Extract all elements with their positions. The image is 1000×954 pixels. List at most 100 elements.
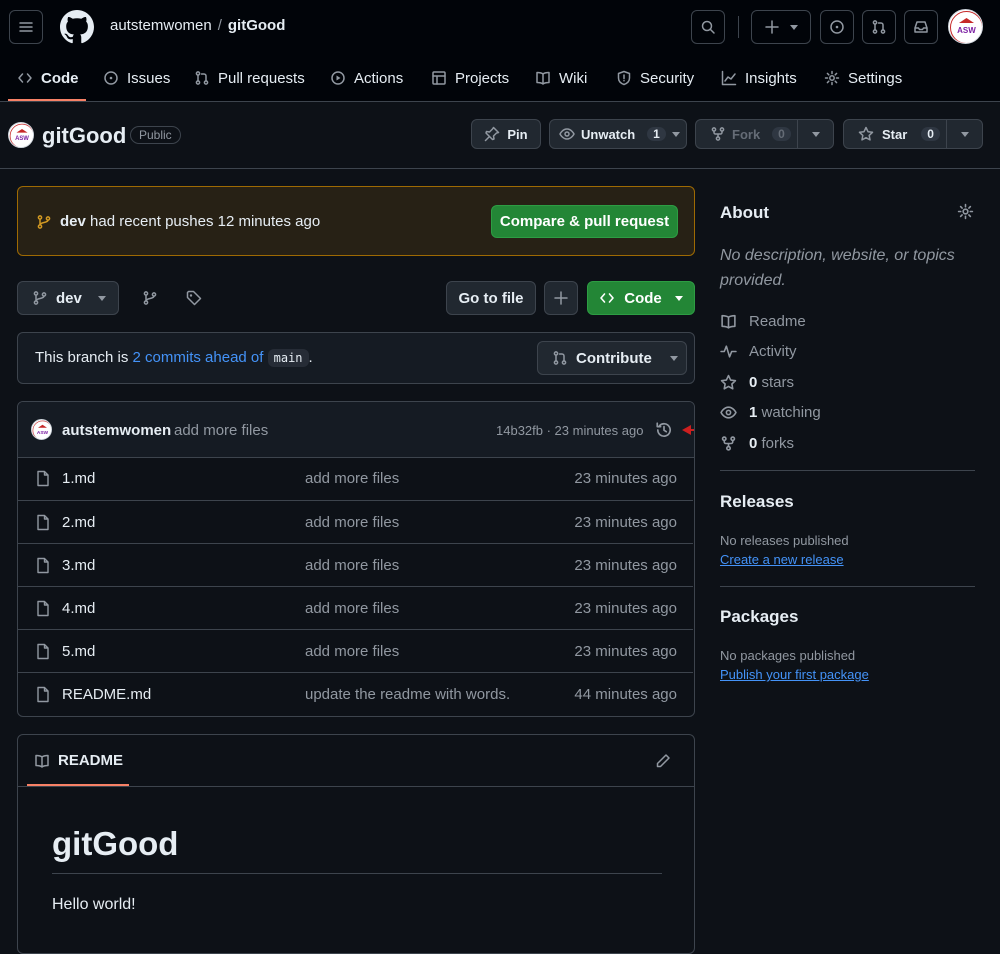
user-avatar[interactable]: ASW bbox=[948, 9, 983, 44]
file-icon bbox=[35, 514, 51, 531]
tab-settings[interactable]: Settings bbox=[824, 66, 902, 90]
repo-title[interactable]: gitGood bbox=[42, 123, 126, 149]
chevron-down-icon bbox=[790, 24, 798, 30]
commit-author-avatar[interactable]: ASW bbox=[31, 419, 52, 440]
compare-pull-request-button[interactable]: Compare & pull request bbox=[491, 205, 678, 238]
issue-icon bbox=[104, 71, 118, 85]
repo-link[interactable]: gitGood bbox=[228, 17, 285, 34]
file-commit-message[interactable]: add more files bbox=[305, 643, 399, 660]
tab-code[interactable]: Code bbox=[17, 66, 79, 90]
owner-link[interactable]: autstemwomen bbox=[110, 17, 212, 34]
pencil-icon[interactable] bbox=[655, 753, 671, 769]
file-name[interactable]: 2.md bbox=[62, 514, 95, 531]
pull-requests-button[interactable] bbox=[862, 10, 896, 44]
code-dropdown-button[interactable]: Code bbox=[587, 281, 695, 315]
fork-button[interactable]: Fork 0 bbox=[695, 119, 834, 149]
tab-label: Pull requests bbox=[218, 69, 305, 87]
contribute-button[interactable]: Contribute bbox=[537, 341, 687, 375]
file-commit-message[interactable]: add more files bbox=[305, 600, 399, 617]
github-logo-icon[interactable] bbox=[60, 10, 94, 44]
file-commit-message[interactable]: add more files bbox=[305, 514, 399, 531]
menu-button[interactable] bbox=[9, 10, 43, 44]
releases-heading[interactable]: Releases bbox=[720, 492, 794, 512]
releases-empty-text: No releases published bbox=[720, 533, 849, 548]
issues-button[interactable] bbox=[820, 10, 854, 44]
tab-projects[interactable]: Projects bbox=[431, 66, 509, 90]
commits-ahead-link[interactable]: 2 commits ahead of bbox=[133, 349, 264, 366]
inbox-button[interactable] bbox=[904, 10, 938, 44]
file-row[interactable]: 2.md add more files 23 minutes ago bbox=[17, 500, 693, 543]
search-button[interactable] bbox=[691, 10, 725, 44]
breadcrumb: autstemwomen / gitGood bbox=[110, 17, 285, 34]
tag-icon[interactable] bbox=[186, 290, 202, 306]
tab-insights[interactable]: Insights bbox=[721, 66, 797, 90]
commit-hash-time[interactable]: 14b32fb · 23 minutes ago bbox=[496, 423, 643, 438]
pushed-branch-name[interactable]: dev bbox=[60, 213, 86, 230]
chevron-down-icon bbox=[97, 295, 106, 301]
readme-tab[interactable]: README bbox=[34, 752, 123, 769]
forks-label: forks bbox=[761, 434, 795, 452]
branches-icon[interactable] bbox=[142, 290, 158, 306]
file-row[interactable]: 5.md add more files 23 minutes ago bbox=[17, 629, 693, 672]
go-to-file-button[interactable]: Go to file bbox=[446, 281, 536, 315]
base-branch-name: main bbox=[267, 349, 309, 367]
file-name[interactable]: 5.md bbox=[62, 643, 95, 660]
contribute-label: Contribute bbox=[576, 349, 652, 367]
publish-package-link[interactable]: Publish your first package bbox=[720, 667, 869, 682]
file-name[interactable]: 3.md bbox=[62, 557, 95, 574]
file-row[interactable]: 3.md add more files 23 minutes ago bbox=[17, 543, 693, 586]
avatar-logo-text: ASW bbox=[37, 430, 49, 436]
tab-security[interactable]: Security bbox=[616, 66, 694, 90]
file-row[interactable]: 4.md add more files 23 minutes ago bbox=[17, 586, 693, 629]
star-icon bbox=[720, 374, 737, 390]
fork-dropdown[interactable] bbox=[797, 120, 833, 148]
tab-pull-requests[interactable]: Pull requests bbox=[194, 66, 305, 90]
tab-wiki[interactable]: Wiki bbox=[535, 66, 587, 90]
watch-dropdown[interactable] bbox=[666, 120, 686, 148]
gear-icon[interactable] bbox=[957, 203, 974, 220]
branch-selector[interactable]: dev bbox=[17, 281, 119, 315]
file-name[interactable]: 4.md bbox=[62, 600, 95, 617]
watch-button[interactable]: Unwatch 1 bbox=[549, 119, 687, 149]
star-dropdown[interactable] bbox=[946, 120, 982, 148]
file-name[interactable]: 1.md bbox=[62, 470, 95, 487]
readme-link[interactable]: Readme bbox=[720, 311, 806, 331]
stars-link[interactable]: 0 stars bbox=[720, 372, 794, 392]
tab-label: Issues bbox=[127, 69, 171, 87]
file-icon bbox=[35, 643, 51, 660]
file-row[interactable]: 1.md add more files 23 minutes ago bbox=[17, 457, 693, 500]
watching-link[interactable]: 1 watching bbox=[720, 402, 821, 422]
activity-link[interactable]: Activity bbox=[720, 341, 797, 361]
branch-status-prefix: This branch is bbox=[35, 349, 133, 366]
packages-heading[interactable]: Packages bbox=[720, 607, 798, 627]
file-row[interactable]: README.md update the readme with words. 44… bbox=[17, 672, 693, 715]
shield-icon bbox=[617, 70, 631, 86]
file-commit-message[interactable]: add more files bbox=[305, 470, 399, 487]
file-commit-message[interactable]: update the readme with words. bbox=[305, 686, 510, 703]
pin-button[interactable]: Pin bbox=[471, 119, 541, 149]
file-name[interactable]: README.md bbox=[62, 686, 151, 703]
breadcrumb-separator: / bbox=[217, 17, 222, 34]
readme-header: README bbox=[18, 735, 694, 787]
create-new-button[interactable] bbox=[751, 10, 811, 44]
forks-link[interactable]: 0 forks bbox=[720, 433, 794, 453]
tab-issues[interactable]: Issues bbox=[103, 66, 170, 90]
create-release-link[interactable]: Create a new release bbox=[720, 552, 844, 567]
about-description: No description, website, or topics provi… bbox=[720, 247, 955, 289]
book-icon bbox=[35, 754, 49, 768]
tab-actions[interactable]: Actions bbox=[330, 66, 403, 90]
add-file-button[interactable] bbox=[544, 281, 578, 315]
commit-message[interactable]: add more files bbox=[174, 422, 268, 439]
pull-request-icon bbox=[872, 20, 886, 34]
star-button[interactable]: Star 0 bbox=[843, 119, 983, 149]
watching-count: 1 bbox=[749, 403, 758, 421]
commit-author[interactable]: autstemwomen bbox=[62, 422, 171, 439]
chevron-down-icon bbox=[674, 295, 683, 301]
repo-owner-avatar[interactable]: ASW bbox=[8, 122, 34, 148]
history-icon[interactable] bbox=[655, 421, 673, 439]
star-icon bbox=[858, 126, 874, 141]
fork-count: 0 bbox=[772, 127, 791, 141]
plus-icon bbox=[554, 291, 568, 305]
file-commit-message[interactable]: add more files bbox=[305, 557, 399, 574]
latest-commit-bar: ASW autstemwomen add more files 14b32fb … bbox=[18, 402, 694, 458]
